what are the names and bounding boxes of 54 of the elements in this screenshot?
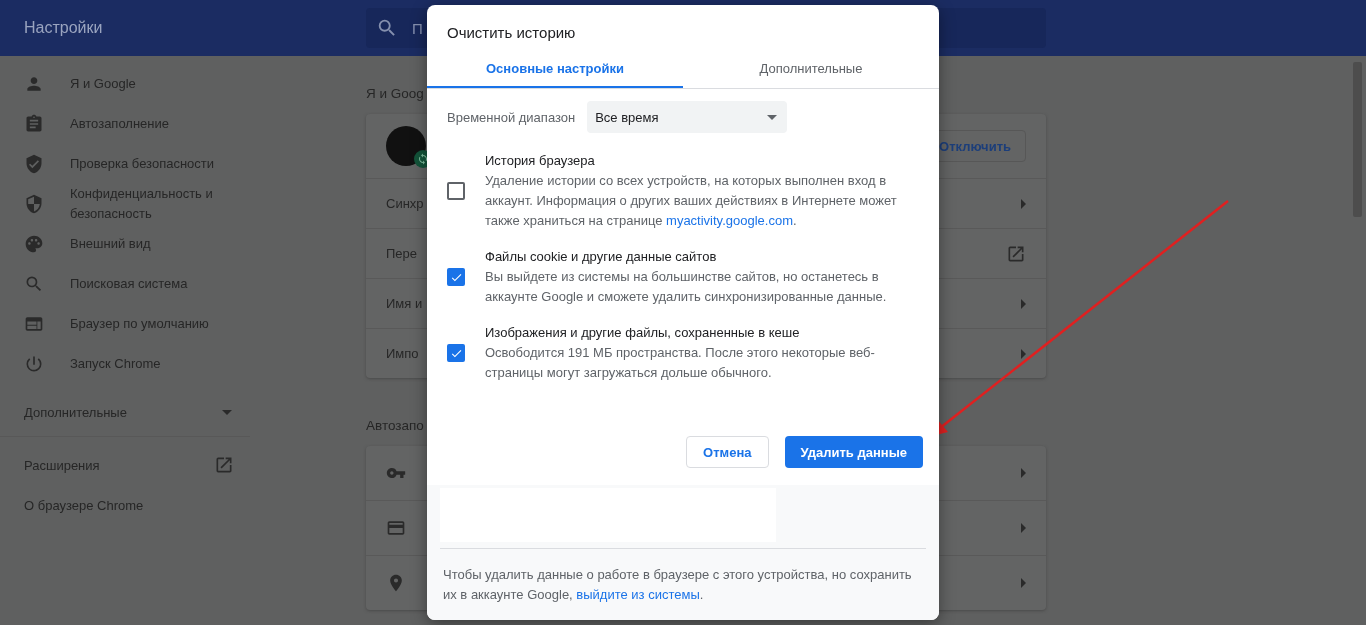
tab[interactable]: Дополнительные bbox=[683, 50, 939, 88]
arrow-right-icon bbox=[1021, 523, 1026, 533]
checkbox[interactable] bbox=[447, 344, 465, 362]
dropdown-caret-icon bbox=[222, 409, 232, 415]
cancel-button[interactable]: Отмена bbox=[686, 436, 769, 468]
browser-window-icon bbox=[24, 314, 44, 334]
option-title: Файлы cookie и другие данные сайтов bbox=[485, 248, 718, 266]
sidebar-item[interactable]: Браузер по умолчанию bbox=[0, 304, 250, 344]
arrow-right-icon bbox=[1021, 578, 1026, 588]
arrow-right-icon bbox=[1021, 468, 1026, 478]
arrow-right-icon bbox=[1021, 198, 1026, 209]
sign-out-link[interactable]: выйдите из системы bbox=[576, 587, 700, 602]
page-title: Настройки bbox=[23, 19, 104, 37]
dialog-title: Очистить историю bbox=[446, 23, 577, 43]
sidebar-item[interactable]: Я и Google bbox=[0, 64, 250, 104]
card-icon bbox=[386, 518, 406, 538]
delete-data-button[interactable]: Удалить данные bbox=[784, 436, 923, 468]
sidebar-item[interactable]: Внешний вид bbox=[0, 224, 250, 264]
option-title: История браузера bbox=[485, 152, 596, 170]
sidebar-item[interactable]: Проверка безопасности bbox=[0, 144, 250, 184]
clipboard-icon bbox=[24, 114, 44, 134]
footer-text: Чтобы удалить данные о работе в браузере с этого устройства, но сохранить их в аккаунте Google, выйдите из системы. bbox=[443, 566, 913, 604]
advanced-toggle[interactable]: Дополнительные bbox=[0, 388, 250, 437]
arrow-right-icon bbox=[1021, 348, 1026, 359]
tab[interactable]: Основные настройки bbox=[427, 50, 683, 88]
range-label: Временной диапазон bbox=[447, 109, 576, 125]
sidebar-link[interactable]: Расширения bbox=[0, 445, 250, 485]
shield-check-icon bbox=[24, 154, 44, 174]
time-range-select[interactable]: Все время bbox=[587, 101, 788, 133]
row-label: Импо bbox=[386, 346, 419, 361]
row-label: Синхр bbox=[386, 196, 424, 211]
arrow-right-icon bbox=[1021, 298, 1026, 309]
sidebar-link[interactable]: О браузере Chrome bbox=[0, 485, 250, 525]
option-title: Изображения и другие файлы, сохраненные в кеше bbox=[485, 324, 801, 342]
sidebar-item[interactable]: Автозаполнение bbox=[0, 104, 250, 144]
option-description: Удаление истории со всех устройств, на которых выполнен вход в аккаунт. Информация о других ваших действиях в Интернете может также храниться на странице myactivity.google.com. bbox=[485, 172, 898, 230]
option-description: Освободится 191 МБ пространства. После этого некоторые веб-страницы могут загружаться дольше обычного. bbox=[485, 344, 876, 382]
search-icon bbox=[376, 17, 398, 39]
palette-icon bbox=[24, 234, 44, 254]
option-description: Вы выйдете из системы на большинстве сайтов, но останетесь в аккаунте Google и сможете удалить синхронизированные данные. bbox=[485, 268, 888, 306]
checkbox[interactable] bbox=[447, 268, 465, 286]
checkbox[interactable] bbox=[447, 182, 465, 200]
section-heading: Автозапо bbox=[366, 418, 425, 435]
sidebar-item[interactable]: Поисковая система bbox=[0, 264, 250, 304]
row-label: Пере bbox=[386, 246, 418, 261]
section-heading: Я и Goog bbox=[366, 86, 425, 103]
search-icon bbox=[24, 274, 44, 294]
sidebar-item[interactable]: Запуск Chrome bbox=[0, 344, 250, 384]
shield-icon bbox=[24, 194, 44, 214]
external-link-icon bbox=[214, 455, 234, 475]
row-label: Имя и bbox=[386, 296, 423, 311]
dropdown-caret-icon bbox=[767, 114, 778, 120]
activity-link[interactable]: myactivity.google.com bbox=[666, 213, 793, 228]
power-icon bbox=[24, 354, 44, 374]
